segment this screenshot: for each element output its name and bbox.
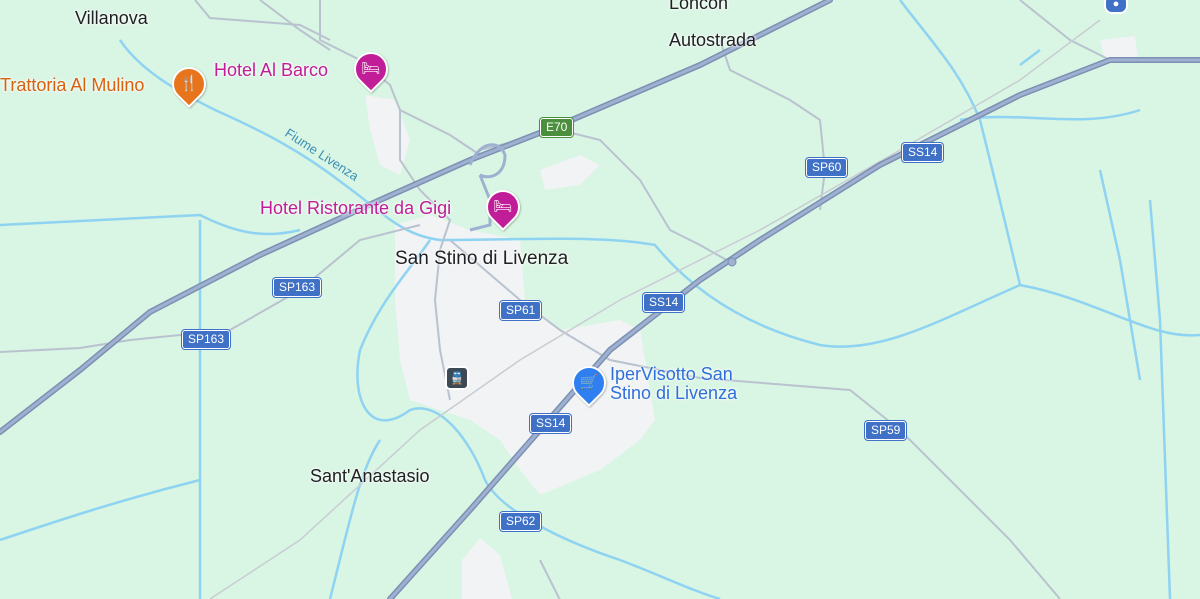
road-shield-e70[interactable]: E70 <box>540 118 574 137</box>
road-shield-sp61[interactable]: SP61 <box>500 301 542 320</box>
place-label-villanova[interactable]: Villanova <box>75 9 148 28</box>
road-shield-sp163-north[interactable]: SP163 <box>273 278 322 297</box>
road-shield-sp163-south[interactable]: SP163 <box>182 330 231 349</box>
place-label-autostrada[interactable]: Autostrada <box>669 31 756 50</box>
poi-label-hotel-al-barco[interactable]: Hotel Al Barco <box>214 61 328 80</box>
poi-label-hotel-gigi[interactable]: Hotel Ristorante da Gigi <box>260 199 451 218</box>
road-shield-ss14-mid[interactable]: SS14 <box>643 293 685 312</box>
poi-label-trattoria[interactable]: Trattoria Al Mulino <box>0 76 144 95</box>
map-canvas[interactable]: Villanova Loncon Autostrada San Stino di… <box>0 0 1200 599</box>
road-shield-sp60[interactable]: SP60 <box>806 158 848 177</box>
place-label-san-stino[interactable]: San Stino di Livenza <box>395 249 568 269</box>
place-label-santanastasio[interactable]: Sant'Anastasio <box>310 467 430 486</box>
fork-knife-icon: 🍴 <box>179 75 199 92</box>
poi-label-ipervisotto[interactable]: IperVisotto San Stino di Livenza <box>610 365 770 403</box>
road-shield-sp62[interactable]: SP62 <box>500 512 542 531</box>
shopping-cart-icon: 🛒 <box>579 374 599 391</box>
transit-corner-icon[interactable]: ● <box>1104 0 1128 14</box>
bed-icon: 🛏 <box>361 60 381 77</box>
road-shield-sp59[interactable]: SP59 <box>865 421 907 440</box>
junction-node <box>727 257 737 267</box>
train-icon[interactable]: 🚆 <box>445 366 469 390</box>
road-shield-ss14-south[interactable]: SS14 <box>530 414 572 433</box>
road-shield-ss14-north[interactable]: SS14 <box>902 143 944 162</box>
bed-icon: 🛏 <box>493 198 513 215</box>
place-label-loncon[interactable]: Loncon <box>669 0 728 13</box>
